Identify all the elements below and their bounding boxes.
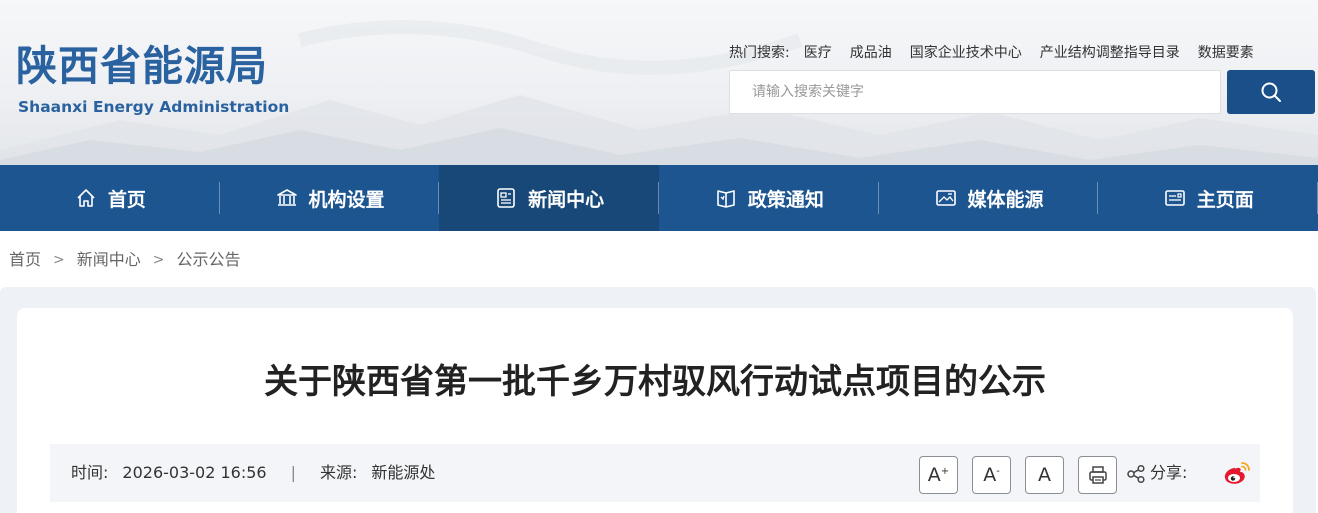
hot-search: 热门搜索: 医疗 成品油 国家企业技术中心 产业结构调整指导目录 数据要素 [729,43,1254,63]
print-button[interactable] [1078,456,1117,494]
article-meta: 时间: 2026-03-02 16:56 | 来源: 新能源处 [71,463,435,483]
weibo-icon[interactable] [1222,460,1252,488]
breadcrumb-home[interactable]: 首页 [9,249,41,271]
breadcrumb: 首页 > 新闻中心 > 公示公告 [9,249,241,271]
font-increase-button[interactable]: A + [919,456,958,494]
article-title: 关于陕西省第一批千乡万村驭风行动试点项目的公示 [264,362,1046,402]
site-logo-subtitle[interactable]: Shaanxi Energy Administration [18,97,289,117]
font-decrease-button[interactable]: A- [972,456,1011,494]
mainpage-icon [1163,186,1187,210]
nav-item-mainpage[interactable]: 主页面 [1098,165,1318,231]
news-icon [494,186,518,210]
institution-icon [275,186,299,210]
hot-search-item[interactable]: 成品油 [850,43,892,63]
font-increase-label: A [927,464,941,486]
font-reset-button[interactable]: A [1025,456,1064,494]
nav-item-media[interactable]: 媒体能源 [879,165,1099,231]
printer-icon [1088,466,1107,484]
nav-item-label: 主页面 [1196,188,1254,211]
breadcrumb-separator: > [152,252,165,268]
source-label: 来源: [319,463,358,482]
hot-search-label: 热门搜索: [729,45,790,61]
home-icon [74,186,98,210]
hot-search-item[interactable]: 医疗 [804,43,832,63]
site-header: 陕西省能源局 Shaanxi Energy Administration 热门搜… [0,0,1318,165]
nav-item-label: 媒体能源 [967,188,1044,211]
site-logo-title[interactable]: 陕西省能源局 [16,40,268,92]
hot-search-item[interactable]: 产业结构调整指导目录 [1040,43,1180,63]
policy-icon [714,186,738,210]
nav-item-institution[interactable]: 机构设置 [220,165,440,231]
source-value: 新能源处 [371,463,436,482]
hot-search-item[interactable]: 数据要素 [1198,43,1254,63]
nav-item-policy[interactable]: 政策通知 [659,165,879,231]
main-nav: 首页 机构设置 新闻中心 政策通知 媒体能源 主页面 [0,165,1318,231]
plus-mark: + [940,465,950,477]
meta-divider: | [290,463,296,482]
minus-mark: - [996,465,1000,477]
media-icon [934,186,958,210]
breadcrumb-separator: > [53,252,65,268]
hot-search-item[interactable]: 国家企业技术中心 [910,43,1022,63]
publish-time: 2026-03-02 16:56 [122,463,267,482]
font-reset-label: A [1038,464,1051,486]
search-input[interactable] [729,70,1221,114]
font-decrease-label: A [983,464,997,486]
search-button[interactable] [1227,70,1315,114]
search-icon [1261,82,1281,102]
nav-item-home[interactable]: 首页 [0,165,220,231]
breadcrumb-announcements[interactable]: 公示公告 [177,249,241,271]
share-label: 分享: [1150,463,1188,482]
nav-item-news[interactable]: 新闻中心 [439,165,660,231]
nav-item-label: 新闻中心 [528,188,605,211]
nav-item-label: 机构设置 [308,188,385,211]
breadcrumb-news-center[interactable]: 新闻中心 [77,249,141,271]
nav-item-label: 首页 [107,188,146,211]
time-label: 时间: [71,463,109,482]
share-icon [1127,464,1145,484]
nav-item-label: 政策通知 [747,188,824,211]
